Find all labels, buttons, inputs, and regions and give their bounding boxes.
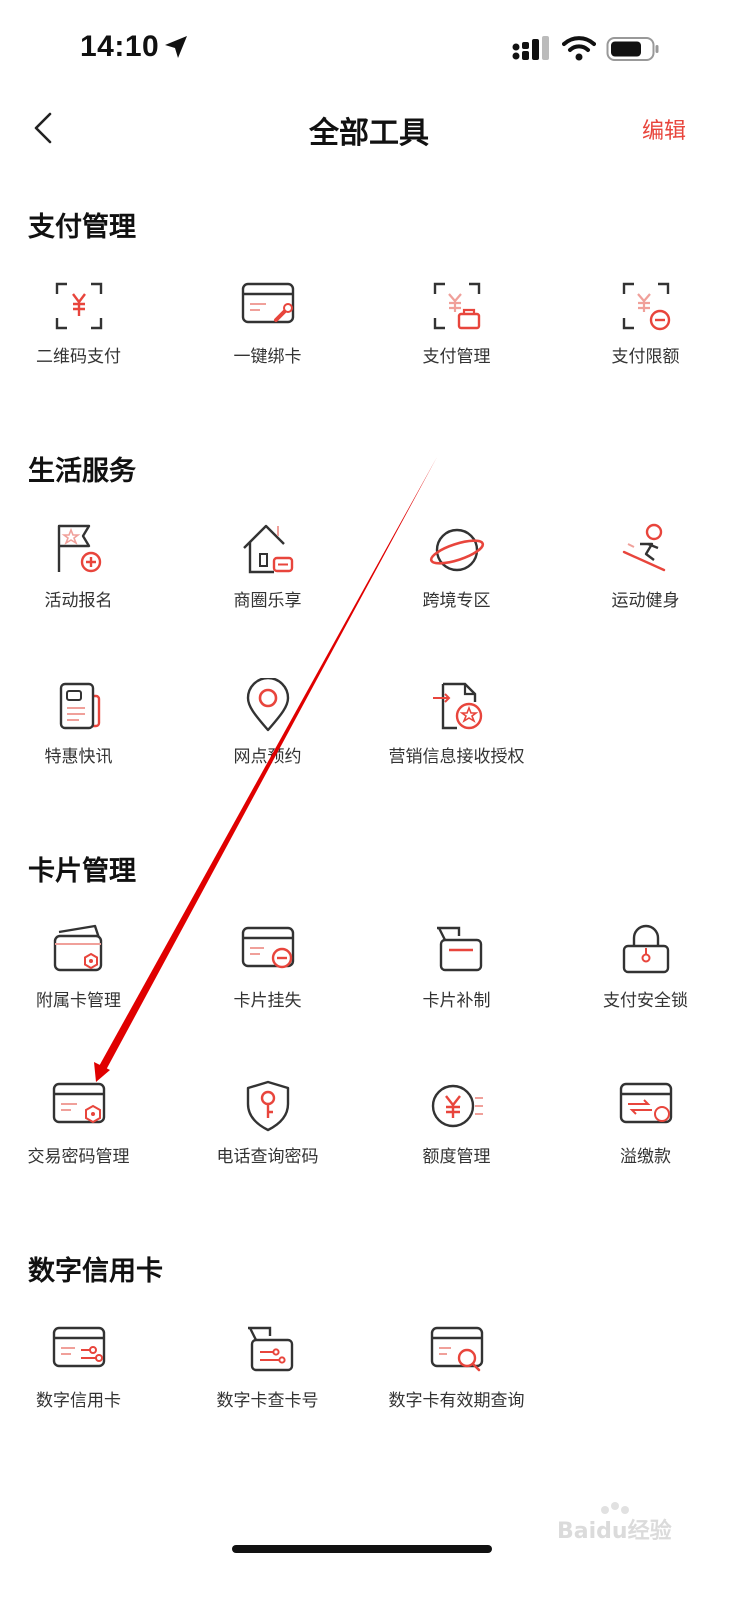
tool-cross-border[interactable]: 跨境专区 (362, 522, 551, 642)
tool-label: 溢缴款 (620, 1147, 671, 1166)
tool-label: 营销信息接收授权 (388, 747, 525, 766)
tool-sports[interactable]: 运动健身 (551, 522, 738, 642)
tool-label: 商圈乐享 (233, 591, 302, 610)
tool-label: 卡片挂失 (233, 991, 302, 1010)
tool-label: 支付安全锁 (603, 991, 688, 1010)
tool-phone-password[interactable]: 电话查询密码 (173, 1078, 362, 1198)
tool-quota-manage[interactable]: 额度管理 (362, 1078, 551, 1198)
card-loss-icon (241, 926, 295, 969)
status-time: 14:10 (80, 30, 160, 63)
tool-label: 二维码支付 (36, 347, 121, 366)
navigation-bar: 全部工具 编辑 (0, 98, 738, 162)
trade-password-icon (52, 1082, 106, 1124)
section-title: 数字信用卡 (28, 1256, 163, 1286)
quota-yen-icon (431, 1084, 483, 1128)
tool-special-news[interactable]: 特惠快讯 (0, 678, 173, 798)
tool-pay-manage[interactable]: 支付管理 (362, 278, 551, 398)
tool-label: 网点预约 (233, 747, 302, 766)
edit-button[interactable]: 编辑 (642, 113, 686, 145)
overpay-card-icon (619, 1082, 673, 1124)
tool-label: 卡片补制 (422, 991, 491, 1010)
tool-card-loss[interactable]: 卡片挂失 (173, 922, 362, 1042)
location-arrow-icon (165, 36, 187, 58)
svg-text:Baidu经验: Baidu经验 (557, 1518, 672, 1544)
tool-shop-circle[interactable]: 商圈乐享 (173, 522, 362, 642)
tool-security-lock[interactable]: 支付安全锁 (551, 922, 738, 1042)
qr-pay-icon (55, 282, 103, 330)
tool-digital-card[interactable]: 数字信用卡 (0, 1322, 173, 1442)
tool-label: 数字卡有效期查询 (388, 1391, 525, 1410)
authorize-doc-icon (433, 682, 483, 730)
tool-branch-booking[interactable]: 网点预约 (173, 678, 362, 798)
page-title: 全部工具 (309, 117, 429, 150)
tool-label: 额度管理 (422, 1147, 491, 1166)
tool-sub-card[interactable]: 附属卡管理 (0, 922, 173, 1042)
tool-pay-limit[interactable]: 支付限额 (551, 278, 738, 398)
tool-digital-card-expiry[interactable]: 数字卡有效期查询 (362, 1322, 551, 1442)
tool-label: 活动报名 (44, 591, 113, 610)
tool-trade-password[interactable]: 交易密码管理 (0, 1078, 173, 1198)
shop-house-icon (243, 524, 294, 574)
signal-icon (512, 36, 549, 60)
home-indicator[interactable] (232, 1545, 492, 1553)
section-title: 支付管理 (28, 212, 136, 242)
tool-label: 附属卡管理 (36, 991, 121, 1010)
tool-label: 数字卡查卡号 (216, 1391, 319, 1410)
tool-label: 电话查询密码 (216, 1147, 319, 1166)
lock-icon (622, 924, 670, 974)
tool-overpayment[interactable]: 溢缴款 (551, 1078, 738, 1198)
watermark-logo: Baidu经验 (557, 1502, 672, 1544)
tool-label: 跨境专区 (422, 591, 491, 610)
ski-icon (622, 523, 666, 572)
digital-card-icon (52, 1326, 106, 1368)
tool-qr-pay[interactable]: 二维码支付 (0, 278, 173, 398)
tool-label: 一键绑卡 (233, 347, 302, 366)
digital-card-number-icon (248, 1326, 294, 1372)
sub-card-icon (53, 924, 103, 972)
wifi-icon (562, 36, 596, 61)
tool-label: 支付限额 (611, 347, 680, 366)
tool-label: 支付管理 (422, 347, 491, 366)
planet-icon (429, 528, 485, 572)
shield-key-icon (246, 1080, 290, 1132)
tool-label: 运动健身 (611, 591, 680, 610)
tool-label: 特惠快讯 (44, 747, 113, 766)
tool-activity-signup[interactable]: 活动报名 (0, 522, 173, 642)
digital-card-expiry-icon (430, 1326, 484, 1372)
tool-marketing-authorize[interactable]: 营销信息接收授权 (362, 678, 551, 798)
section-title: 生活服务 (28, 456, 136, 486)
status-bar: 14:10 (0, 0, 738, 98)
news-card-icon (59, 682, 101, 730)
location-pin-icon (246, 678, 290, 732)
pay-limit-icon (622, 282, 671, 331)
tool-bind-card[interactable]: 一键绑卡 (173, 278, 362, 398)
card-reissue-icon (437, 926, 483, 972)
section-title: 卡片管理 (28, 856, 136, 886)
pay-manage-icon (433, 282, 481, 330)
tool-label: 数字信用卡 (36, 1391, 121, 1410)
battery-icon (606, 37, 659, 61)
tool-digital-card-number[interactable]: 数字卡查卡号 (173, 1322, 362, 1442)
tool-card-reissue[interactable]: 卡片补制 (362, 922, 551, 1042)
bind-card-icon (241, 282, 295, 324)
activity-flag-icon (57, 524, 102, 573)
tool-label: 交易密码管理 (27, 1147, 130, 1166)
